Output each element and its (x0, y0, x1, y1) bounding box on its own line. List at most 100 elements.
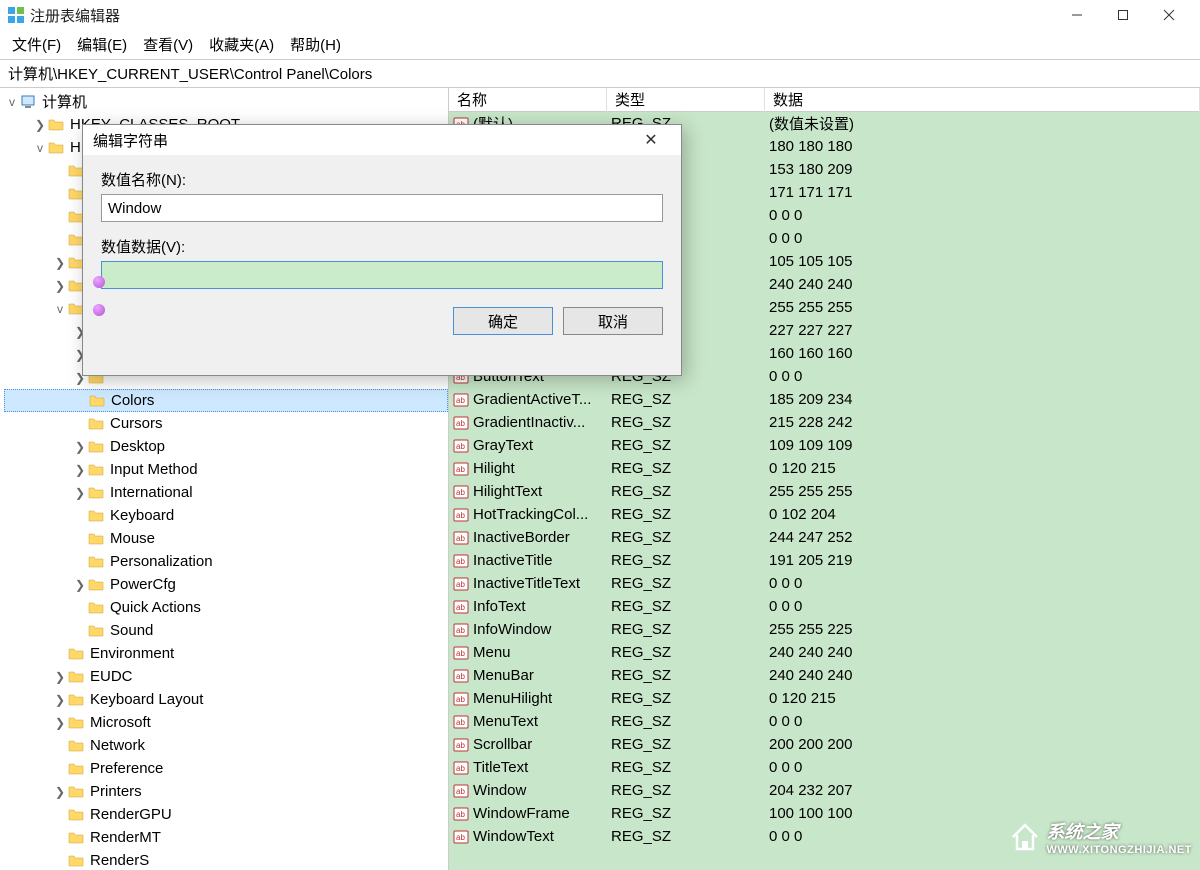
col-data[interactable]: 数据 (765, 88, 1200, 112)
value-row[interactable]: abInfoTextREG_SZ0 0 0 (449, 595, 1200, 618)
dialog-close-button[interactable]: ✕ (631, 130, 671, 150)
chevron-right-icon[interactable]: ❯ (32, 118, 48, 132)
svg-text:ab: ab (456, 672, 465, 681)
tree-item[interactable]: Cursors (4, 412, 448, 435)
tree-label: RenderGPU (88, 806, 174, 823)
tree-root[interactable]: v计算机 (4, 90, 448, 113)
value-row[interactable]: abScrollbarREG_SZ200 200 200 (449, 733, 1200, 756)
tree-item[interactable]: ❯PowerCfg (4, 573, 448, 596)
chevron-down-icon[interactable]: v (52, 302, 68, 316)
svg-text:ab: ab (456, 833, 465, 842)
value-row[interactable]: abInfoWindowREG_SZ255 255 225 (449, 618, 1200, 641)
menu-help[interactable]: 帮助(H) (286, 32, 345, 57)
value-row[interactable]: abInactiveTitleREG_SZ191 205 219 (449, 549, 1200, 572)
tree-item[interactable]: ❯Input Method (4, 458, 448, 481)
value-row[interactable]: abInactiveTitleTextREG_SZ0 0 0 (449, 572, 1200, 595)
value-data-input[interactable] (101, 261, 663, 289)
computer-icon (20, 94, 36, 110)
col-type[interactable]: 类型 (607, 88, 765, 112)
menu-favorites[interactable]: 收藏夹(A) (205, 32, 278, 57)
chevron-down-icon[interactable]: v (4, 95, 20, 109)
chevron-right-icon[interactable]: ❯ (52, 693, 68, 707)
value-name-label: 数值名称(N): (101, 169, 663, 190)
value-row[interactable]: abGradientActiveT...REG_SZ185 209 234 (449, 388, 1200, 411)
folder-icon (68, 738, 84, 754)
menu-view[interactable]: 查看(V) (139, 32, 197, 57)
svg-text:ab: ab (456, 764, 465, 773)
col-name[interactable]: 名称 (449, 88, 607, 112)
value-data: 109 109 109 (765, 437, 1200, 454)
tree-item[interactable]: RenderGPU (4, 803, 448, 826)
svg-text:ab: ab (456, 396, 465, 405)
cancel-button[interactable]: 取消 (563, 307, 663, 335)
string-value-icon: ab (453, 806, 469, 822)
value-row[interactable]: abGradientInactiv...REG_SZ215 228 242 (449, 411, 1200, 434)
string-value-icon: ab (453, 576, 469, 592)
maximize-button[interactable] (1100, 0, 1146, 30)
tree-item[interactable]: Colors (4, 389, 448, 412)
string-value-icon: ab (453, 668, 469, 684)
value-row[interactable]: abMenuBarREG_SZ240 240 240 (449, 664, 1200, 687)
tree-item[interactable]: Personalization (4, 550, 448, 573)
address-bar[interactable]: 计算机\HKEY_CURRENT_USER\Control Panel\Colo… (0, 59, 1200, 88)
tree-item[interactable]: ❯Printers (4, 780, 448, 803)
value-row[interactable]: abGrayTextREG_SZ109 109 109 (449, 434, 1200, 457)
value-type: REG_SZ (607, 437, 765, 454)
value-row[interactable]: abMenuHilightREG_SZ0 120 215 (449, 687, 1200, 710)
chevron-right-icon[interactable]: ❯ (72, 440, 88, 454)
tree-item[interactable]: Keyboard (4, 504, 448, 527)
tree-item[interactable]: ❯Desktop (4, 435, 448, 458)
menu-edit[interactable]: 编辑(E) (73, 32, 131, 57)
folder-icon (88, 577, 104, 593)
tree-item[interactable]: ❯Keyboard Layout (4, 688, 448, 711)
value-data: 185 209 234 (765, 391, 1200, 408)
value-name-input[interactable] (101, 194, 663, 222)
value-row[interactable]: abInactiveBorderREG_SZ244 247 252 (449, 526, 1200, 549)
string-value-icon: ab (453, 415, 469, 431)
value-type: REG_SZ (607, 414, 765, 431)
chevron-right-icon[interactable]: ❯ (52, 785, 68, 799)
tree-label: Personalization (108, 553, 215, 570)
chevron-down-icon[interactable]: v (32, 141, 48, 155)
value-row[interactable]: abWindowREG_SZ204 232 207 (449, 779, 1200, 802)
menu-file[interactable]: 文件(F) (8, 32, 65, 57)
value-data: 0 0 0 (765, 713, 1200, 730)
close-button[interactable] (1146, 0, 1192, 30)
tree-item[interactable]: Quick Actions (4, 596, 448, 619)
tree-item[interactable]: ❯Microsoft (4, 711, 448, 734)
chevron-right-icon[interactable]: ❯ (52, 716, 68, 730)
tree-item[interactable]: Network (4, 734, 448, 757)
folder-icon (89, 393, 105, 409)
value-row[interactable]: abMenuREG_SZ240 240 240 (449, 641, 1200, 664)
value-name: Scrollbar (473, 736, 532, 753)
chevron-right-icon[interactable]: ❯ (72, 486, 88, 500)
tree-item[interactable]: ❯EUDC (4, 665, 448, 688)
tree-item[interactable]: Sound (4, 619, 448, 642)
chevron-right-icon[interactable]: ❯ (72, 578, 88, 592)
value-row[interactable]: abHotTrackingCol...REG_SZ0 102 204 (449, 503, 1200, 526)
ok-button[interactable]: 确定 (453, 307, 553, 335)
chevron-right-icon[interactable]: ❯ (72, 463, 88, 477)
svg-text:ab: ab (456, 580, 465, 589)
value-row[interactable]: abHilightREG_SZ0 120 215 (449, 457, 1200, 480)
tree-item[interactable]: ❯International (4, 481, 448, 504)
tree-item[interactable]: Preference (4, 757, 448, 780)
value-row[interactable]: abHilightTextREG_SZ255 255 255 (449, 480, 1200, 503)
value-row[interactable]: abMenuTextREG_SZ0 0 0 (449, 710, 1200, 733)
svg-text:ab: ab (456, 557, 465, 566)
value-row[interactable]: abTitleTextREG_SZ0 0 0 (449, 756, 1200, 779)
value-data: 255 255 255 (765, 483, 1200, 500)
value-name: HotTrackingCol... (473, 506, 588, 523)
tree-item[interactable]: RenderS (4, 849, 448, 870)
tree-item[interactable]: RenderMT (4, 826, 448, 849)
minimize-button[interactable] (1054, 0, 1100, 30)
chevron-right-icon[interactable]: ❯ (52, 256, 68, 270)
value-name: Hilight (473, 460, 515, 477)
value-name: MenuText (473, 713, 538, 730)
chevron-right-icon[interactable]: ❯ (52, 279, 68, 293)
folder-icon (68, 669, 84, 685)
tree-item[interactable]: Mouse (4, 527, 448, 550)
tree-item[interactable]: Environment (4, 642, 448, 665)
chevron-right-icon[interactable]: ❯ (52, 670, 68, 684)
string-value-icon: ab (453, 737, 469, 753)
